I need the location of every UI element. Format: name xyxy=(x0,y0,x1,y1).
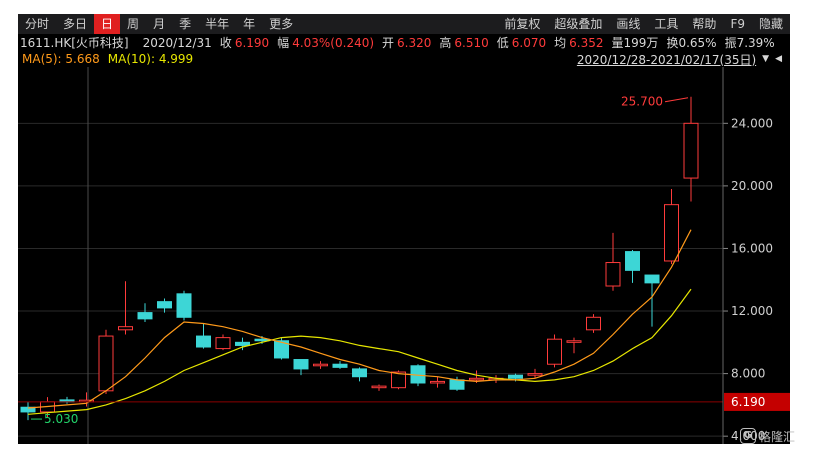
candle-body-down xyxy=(644,274,660,284)
ma10-line xyxy=(27,288,692,415)
open-label: 开 xyxy=(382,36,395,50)
tab-more[interactable]: 更多 xyxy=(262,14,300,34)
tab-daily[interactable]: 日 xyxy=(94,14,121,34)
candle-body-down xyxy=(176,293,192,318)
high-label: 高 xyxy=(439,36,452,50)
watermark-logo-icon: G xyxy=(740,428,756,444)
candle-body-down xyxy=(449,379,465,390)
f9-button[interactable]: F9 xyxy=(723,14,752,34)
candle-body-up xyxy=(313,363,328,367)
candle-body-up xyxy=(683,122,699,179)
candle-body-down xyxy=(508,374,523,379)
candle-body-down xyxy=(625,251,640,271)
candle-body-up xyxy=(664,204,679,262)
amplitude-value: 振7.39% xyxy=(724,36,775,50)
tab-monthly[interactable]: 月 xyxy=(146,14,172,34)
quote-date: 2020/12/31 xyxy=(142,35,212,50)
y-tick-label: 8.000 xyxy=(731,367,765,381)
y-tick-label: 12.000 xyxy=(731,304,773,318)
close-label: 收 xyxy=(219,36,232,50)
tab-yearly[interactable]: 年 xyxy=(236,14,262,34)
candle-body-down xyxy=(196,335,211,348)
y-tick-label: 20.000 xyxy=(731,179,773,193)
quote-bar: 1611.HK[火币科技] 2020/12/31 收 6.190 幅 4.03%… xyxy=(18,34,790,51)
candle-body-up xyxy=(118,326,133,331)
ma5-legend: MA(5): 5.668 xyxy=(22,52,100,66)
draw-line-button[interactable]: 画线 xyxy=(609,14,647,34)
min-label: 5.030 xyxy=(44,412,78,426)
y-tick-label: 16.000 xyxy=(731,241,773,255)
candle-body-down xyxy=(157,301,172,309)
tab-multi-day[interactable]: 多日 xyxy=(56,14,94,34)
candle-body-down xyxy=(352,368,367,378)
ma-legend-bar: MA(5): 5.668 MA(10): 4.999 2020/12/28-20… xyxy=(18,51,790,67)
candle-body-up xyxy=(98,335,114,392)
tab-quarterly[interactable]: 季 xyxy=(172,14,198,34)
candle-body-down xyxy=(137,312,153,320)
max-label: 25.700 xyxy=(621,95,663,109)
close-value: 6.190 xyxy=(234,35,270,50)
candle-body-down xyxy=(293,359,309,370)
high-value: 6.510 xyxy=(454,35,489,50)
candle-body-up xyxy=(430,380,445,384)
ma10-legend: MA(10): 4.999 xyxy=(107,52,194,66)
candle-body-down xyxy=(332,363,348,368)
candle-body-up xyxy=(215,337,231,350)
stock-chart-window: 分时 多日 日 周 月 季 半年 年 更多 前复权 超级叠加 画线 工具 帮助 … xyxy=(18,14,790,444)
candlestick-chart[interactable]: 6.190 24.00020.00016.00012.0008.0004.000… xyxy=(18,67,790,444)
watermark-text: 格隆汇 xyxy=(759,429,796,444)
candle-body-up xyxy=(586,316,601,331)
help-button[interactable]: 帮助 xyxy=(685,14,723,34)
settings-triangle-icon[interactable]: ◀ xyxy=(775,54,782,64)
watermark: G 格隆汇 xyxy=(740,426,831,446)
change-value: 4.03%(0.240) xyxy=(292,35,375,50)
open-value: 6.320 xyxy=(397,35,432,50)
forward-adjust-button[interactable]: 前复权 xyxy=(497,14,547,34)
volume-value: 量199万 xyxy=(611,36,659,50)
tab-weekly[interactable]: 周 xyxy=(120,14,146,34)
stock-name: 1611.HK[火币科技] xyxy=(20,36,129,50)
candle-body-down xyxy=(235,341,250,346)
low-label: 低 xyxy=(496,36,509,50)
change-label: 幅 xyxy=(277,36,290,50)
max-arrow xyxy=(664,97,689,103)
tab-intraday[interactable]: 分时 xyxy=(18,14,56,34)
super-overlay-button[interactable]: 超级叠加 xyxy=(547,14,609,34)
tools-button[interactable]: 工具 xyxy=(647,14,685,34)
candle-body-up xyxy=(605,262,621,287)
date-range-selector[interactable]: 2020/12/28-2021/02/17(35日) xyxy=(577,51,756,68)
avg-value: 6.352 xyxy=(569,35,604,50)
dropdown-triangle-icon[interactable]: ▼ xyxy=(762,54,769,64)
current-price-label: 6.190 xyxy=(731,395,765,409)
candle-body-up xyxy=(371,385,387,389)
candle-body-up xyxy=(566,340,582,343)
candle-body-up xyxy=(527,373,543,376)
low-value: 6.070 xyxy=(511,35,547,50)
candle-body-up xyxy=(469,377,484,381)
hide-button[interactable]: 隐藏 xyxy=(752,14,790,34)
y-tick-label: 24.000 xyxy=(731,116,773,130)
period-toolbar: 分时 多日 日 周 月 季 半年 年 更多 前复权 超级叠加 画线 工具 帮助 … xyxy=(18,14,790,35)
candle-body-up xyxy=(547,338,562,365)
avg-label: 均 xyxy=(554,36,567,50)
turnover-value: 换0.65% xyxy=(666,36,717,50)
tab-half-year[interactable]: 半年 xyxy=(198,14,236,34)
